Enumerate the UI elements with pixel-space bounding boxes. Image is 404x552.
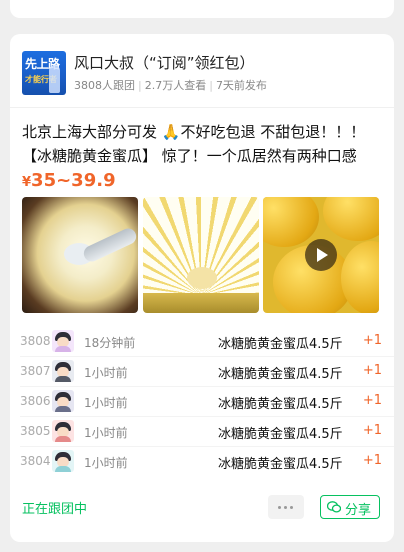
avatar-body <box>55 346 71 352</box>
leader-header[interactable]: 先上路 才能行者 风口大叔（“订阅”领红包） 3808人跟团 | 2.7万人查看 | 7… <box>22 51 382 97</box>
melon-seeds <box>187 267 217 289</box>
followers-count: 3808人跟团 <box>74 79 135 92</box>
previous-card <box>10 0 394 18</box>
description-line-1: 北京上海大部分可发 🙏不好吃包退 不甜包退！！！ <box>22 123 366 141</box>
order-quantity: +1 <box>362 423 382 438</box>
photo-grid <box>22 197 382 313</box>
order-row[interactable]: 3808 18分钟前 冰糖脆黄金蜜瓜4.5斤 +1 <box>10 327 394 357</box>
share-button[interactable]: 分享 <box>320 495 380 519</box>
more-dots-icon <box>284 506 287 509</box>
order-item: 冰糖脆黄金蜜瓜4.5斤 <box>218 337 343 352</box>
order-quantity: +1 <box>362 393 382 408</box>
order-row[interactable]: 3804 1小时前 冰糖脆黄金蜜瓜4.5斤 +1 <box>10 447 394 477</box>
melon-video-thumbnail[interactable] <box>263 197 379 313</box>
melon-shape <box>323 197 379 241</box>
leader-name[interactable]: 风口大叔（“订阅”领红包） <box>74 52 255 73</box>
follow-status[interactable]: 正在跟团中 <box>22 498 87 517</box>
buyer-avatar <box>52 450 74 472</box>
order-item: 冰糖脆黄金蜜瓜4.5斤 <box>218 457 343 472</box>
order-time: 1小时前 <box>84 456 128 470</box>
avatar-body <box>55 466 71 472</box>
post-description[interactable]: 北京上海大部分可发 🙏不好吃包退 不甜包退！！！ 【冰糖脆黄金蜜瓜】 惊了！一个… <box>22 120 384 168</box>
posted-time: 7天前发布 <box>215 79 267 92</box>
order-item: 冰糖脆黄金蜜瓜4.5斤 <box>218 367 343 382</box>
buyer-avatar <box>52 420 74 442</box>
order-row[interactable]: 3805 1小时前 冰糖脆黄金蜜瓜4.5斤 +1 <box>10 417 394 447</box>
melon-shape <box>263 197 319 247</box>
buyer-avatar <box>52 330 74 352</box>
post-meta: 3808人跟团 | 2.7万人查看 | 7天前发布 <box>74 79 267 92</box>
header-divider <box>10 107 394 108</box>
buyer-avatar <box>52 390 74 412</box>
price-range: ¥35~39.9 <box>22 170 116 191</box>
play-icon[interactable] <box>305 239 337 271</box>
order-number: 3804 <box>20 454 51 468</box>
order-quantity: +1 <box>362 453 382 468</box>
order-item: 冰糖脆黄金蜜瓜4.5斤 <box>218 427 343 442</box>
spoon-handle <box>81 225 138 265</box>
description-line-2: 【冰糖脆黄金蜜瓜】 惊了！一个瓜居然有两种口感 <box>22 147 357 165</box>
avatar-body <box>55 406 71 412</box>
order-number: 3806 <box>20 394 51 408</box>
order-quantity: +1 <box>362 333 382 348</box>
melon-slices-photo[interactable] <box>143 197 259 313</box>
views-count: 2.7万人查看 <box>144 79 207 92</box>
group-buy-card[interactable]: 先上路 才能行者 风口大叔（“订阅”领红包） 3808人跟团 | 2.7万人查看 | 7… <box>10 34 394 542</box>
avatar-figure <box>49 65 60 93</box>
order-time: 1小时前 <box>84 366 128 380</box>
order-number: 3808 <box>20 334 51 348</box>
order-number: 3805 <box>20 424 51 438</box>
melon-rind <box>143 293 259 313</box>
leader-avatar[interactable]: 先上路 才能行者 <box>22 51 66 95</box>
share-label: 分享 <box>345 503 372 518</box>
order-item: 冰糖脆黄金蜜瓜4.5斤 <box>218 397 343 412</box>
order-row[interactable]: 3807 1小时前 冰糖脆黄金蜜瓜4.5斤 +1 <box>10 357 394 387</box>
melon-spoon-photo[interactable] <box>22 197 138 313</box>
order-time: 1小时前 <box>84 396 128 410</box>
order-time: 1小时前 <box>84 426 128 440</box>
order-number: 3807 <box>20 364 51 378</box>
wechat-icon <box>327 501 341 513</box>
avatar-body <box>55 376 71 382</box>
price-value: 35~39.9 <box>31 170 116 191</box>
avatar-body <box>55 436 71 442</box>
order-quantity: +1 <box>362 363 382 378</box>
order-time: 18分钟前 <box>84 336 136 350</box>
currency-symbol: ¥ <box>22 175 32 190</box>
melon-shape <box>341 241 379 313</box>
more-button[interactable] <box>268 495 304 519</box>
more-dots-icon <box>290 506 293 509</box>
more-dots-icon <box>278 506 281 509</box>
order-row[interactable]: 3806 1小时前 冰糖脆黄金蜜瓜4.5斤 +1 <box>10 387 394 417</box>
buyer-avatar <box>52 360 74 382</box>
